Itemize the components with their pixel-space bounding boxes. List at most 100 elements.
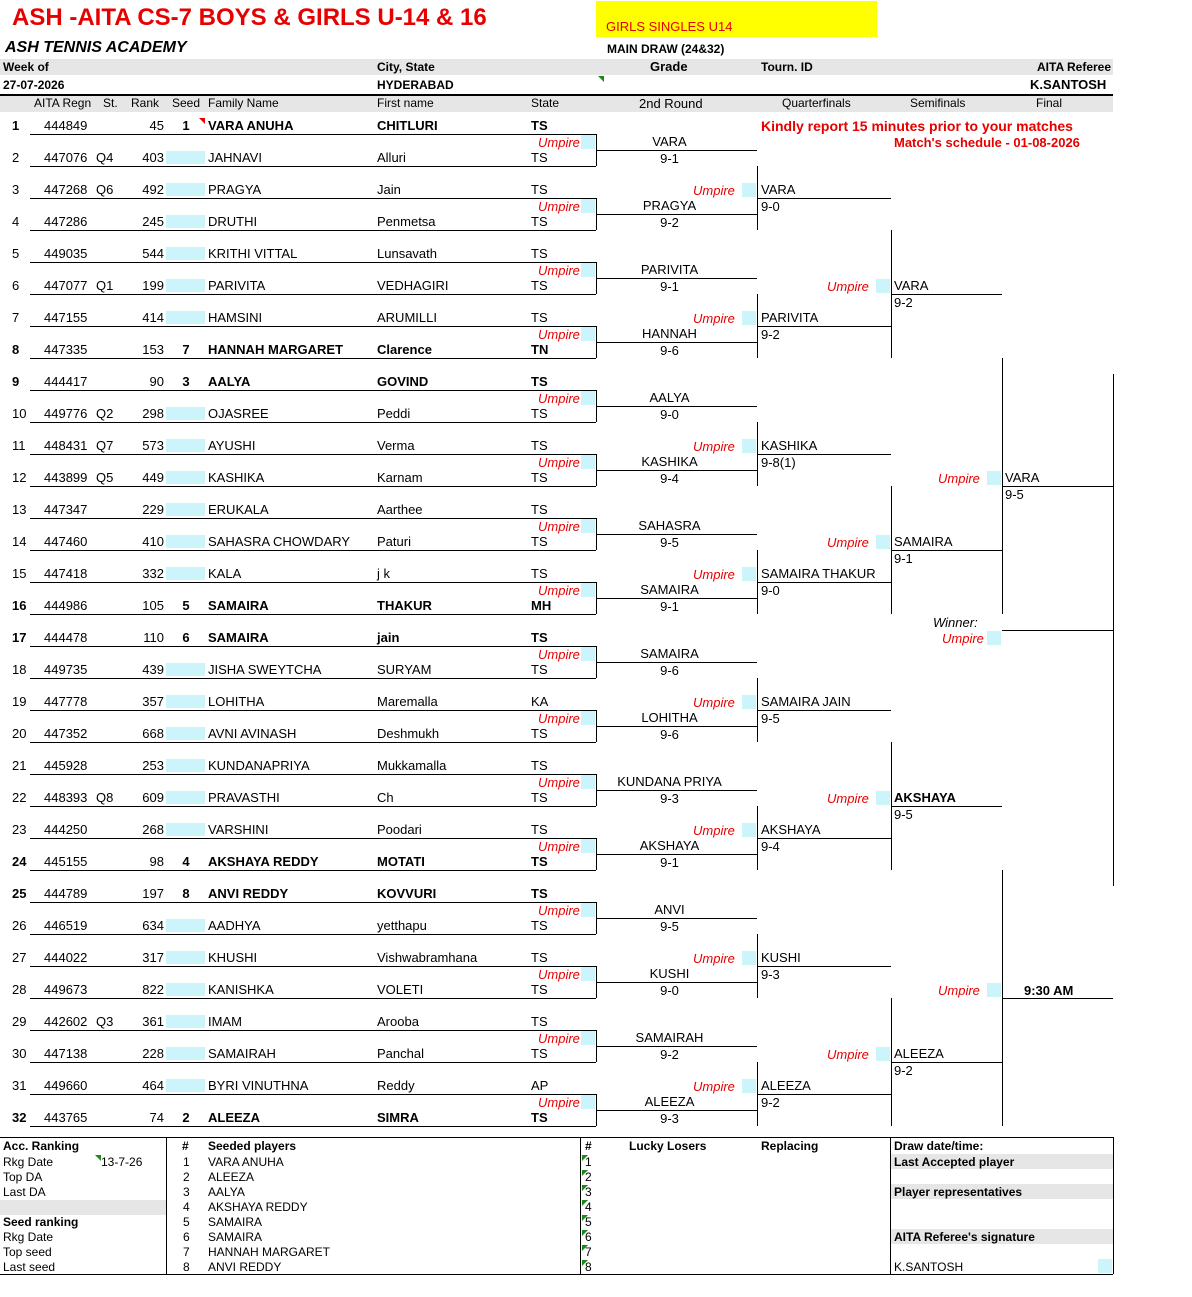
match-winner: ALEEZA: [894, 1046, 944, 1061]
umpire-cell[interactable]: [581, 199, 595, 213]
umpire-cell[interactable]: [742, 695, 756, 709]
state: TS: [531, 822, 548, 837]
first-name: Deshmukh: [377, 726, 440, 741]
umpire-cell[interactable]: [987, 471, 1001, 485]
umpire-cell[interactable]: [581, 839, 595, 853]
umpire-cell[interactable]: [581, 711, 595, 725]
row-rule: [30, 870, 596, 871]
umpire-cell[interactable]: [742, 823, 756, 837]
seed-cell[interactable]: [166, 1047, 205, 1060]
seed-cell[interactable]: [166, 791, 205, 804]
umpire-cell[interactable]: [876, 1047, 890, 1061]
family-name: SAMAIRA: [208, 598, 269, 613]
state: TS: [531, 374, 548, 389]
umpire-cell[interactable]: [581, 967, 595, 981]
aita-regn: 444250: [44, 822, 88, 837]
umpire-cell[interactable]: [581, 1031, 595, 1045]
first-name: VEDHAGIRI: [377, 278, 449, 293]
umpire-cell[interactable]: [987, 983, 1001, 997]
first-name: Maremalla: [377, 694, 438, 709]
draw-position: 15: [12, 566, 27, 581]
umpire-cell[interactable]: [581, 327, 595, 341]
family-name: OJASREE: [208, 406, 269, 421]
match-score: 9-4: [660, 471, 679, 486]
signature-name: K.SANTOSH: [894, 1260, 964, 1274]
first-name: j k: [377, 566, 390, 581]
seed-cell[interactable]: [166, 727, 205, 740]
seed-cell[interactable]: [166, 151, 205, 164]
last-da-label: Last DA: [3, 1185, 46, 1199]
umpire-cell[interactable]: [876, 535, 890, 549]
match-score: 9-5: [894, 807, 913, 822]
seed-cell[interactable]: [166, 279, 205, 292]
signature-label: AITA Referee's signature: [894, 1230, 1035, 1244]
umpire-cell[interactable]: [987, 631, 1001, 645]
match-winner: KUSHI: [761, 950, 801, 965]
match-score: 9-6: [660, 343, 679, 358]
seed-cell[interactable]: [166, 1079, 205, 1092]
lucky-loser-slot: 5: [585, 1215, 592, 1229]
umpire-cell[interactable]: [581, 775, 595, 789]
entry-status: Q4: [96, 150, 114, 165]
entry-status: Q6: [96, 182, 114, 197]
seed-cell[interactable]: [166, 823, 205, 836]
umpire-cell[interactable]: [742, 311, 756, 325]
umpire-cell[interactable]: [742, 567, 756, 581]
state: KA: [531, 694, 549, 709]
seed-cell[interactable]: [166, 407, 205, 420]
seed-cell[interactable]: [166, 439, 205, 452]
umpire-cell[interactable]: [742, 439, 756, 453]
seed-cell[interactable]: [166, 919, 205, 932]
seed-cell[interactable]: [166, 951, 205, 964]
row-rule: [30, 902, 596, 903]
seed-cell[interactable]: [166, 983, 205, 996]
umpire-cell[interactable]: [581, 1095, 595, 1109]
umpire-cell[interactable]: [581, 391, 595, 405]
draw-position: 5: [12, 246, 20, 261]
match-winner: ANVI: [654, 902, 685, 917]
signature-cell[interactable]: [1098, 1259, 1112, 1273]
seed-cell[interactable]: [166, 503, 205, 516]
umpire-label: Umpire: [827, 279, 869, 294]
seed-rank: 6: [183, 1230, 190, 1244]
seed-cell[interactable]: [166, 567, 205, 580]
seed-cell[interactable]: [166, 247, 205, 260]
draw-position: 30: [12, 1046, 27, 1061]
draw-position: 7: [12, 310, 20, 325]
match-score: 9-1: [660, 855, 679, 870]
state: TS: [531, 278, 548, 293]
umpire-label: Umpire: [693, 439, 735, 454]
umpire-cell[interactable]: [581, 455, 595, 469]
player-rank: 197: [142, 886, 164, 901]
seed-cell[interactable]: [166, 215, 205, 228]
seed-cell[interactable]: [166, 535, 205, 548]
draw-position: 18: [12, 662, 27, 677]
umpire-cell[interactable]: [742, 1079, 756, 1093]
seed-cell[interactable]: [166, 663, 205, 676]
row-rule: [30, 582, 596, 583]
umpire-cell[interactable]: [742, 183, 756, 197]
state: TS: [531, 950, 548, 965]
umpire-cell[interactable]: [876, 791, 890, 805]
umpire-cell[interactable]: [581, 583, 595, 597]
seed-cell[interactable]: [166, 471, 205, 484]
seed-cell[interactable]: [166, 695, 205, 708]
aita-regn: 447778: [44, 694, 88, 709]
seed-cell[interactable]: [166, 1015, 205, 1028]
umpire-label: Umpire: [538, 711, 580, 726]
seed-cell[interactable]: [166, 183, 205, 196]
umpire-cell[interactable]: [876, 279, 890, 293]
player-rank: 253: [142, 758, 164, 773]
umpire-cell[interactable]: [581, 647, 595, 661]
match-winner: SAMAIRA: [894, 534, 953, 549]
umpire-cell[interactable]: [581, 903, 595, 917]
umpire-cell[interactable]: [581, 263, 595, 277]
seed-cell[interactable]: [166, 759, 205, 772]
player-rank: 361: [142, 1014, 164, 1029]
umpire-cell[interactable]: [742, 951, 756, 965]
umpire-cell[interactable]: [581, 135, 595, 149]
seed-cell[interactable]: [166, 311, 205, 324]
umpire-cell[interactable]: [581, 519, 595, 533]
first-name: CHITLURI: [377, 118, 438, 133]
lucky-loser-slot: 4: [585, 1200, 592, 1214]
